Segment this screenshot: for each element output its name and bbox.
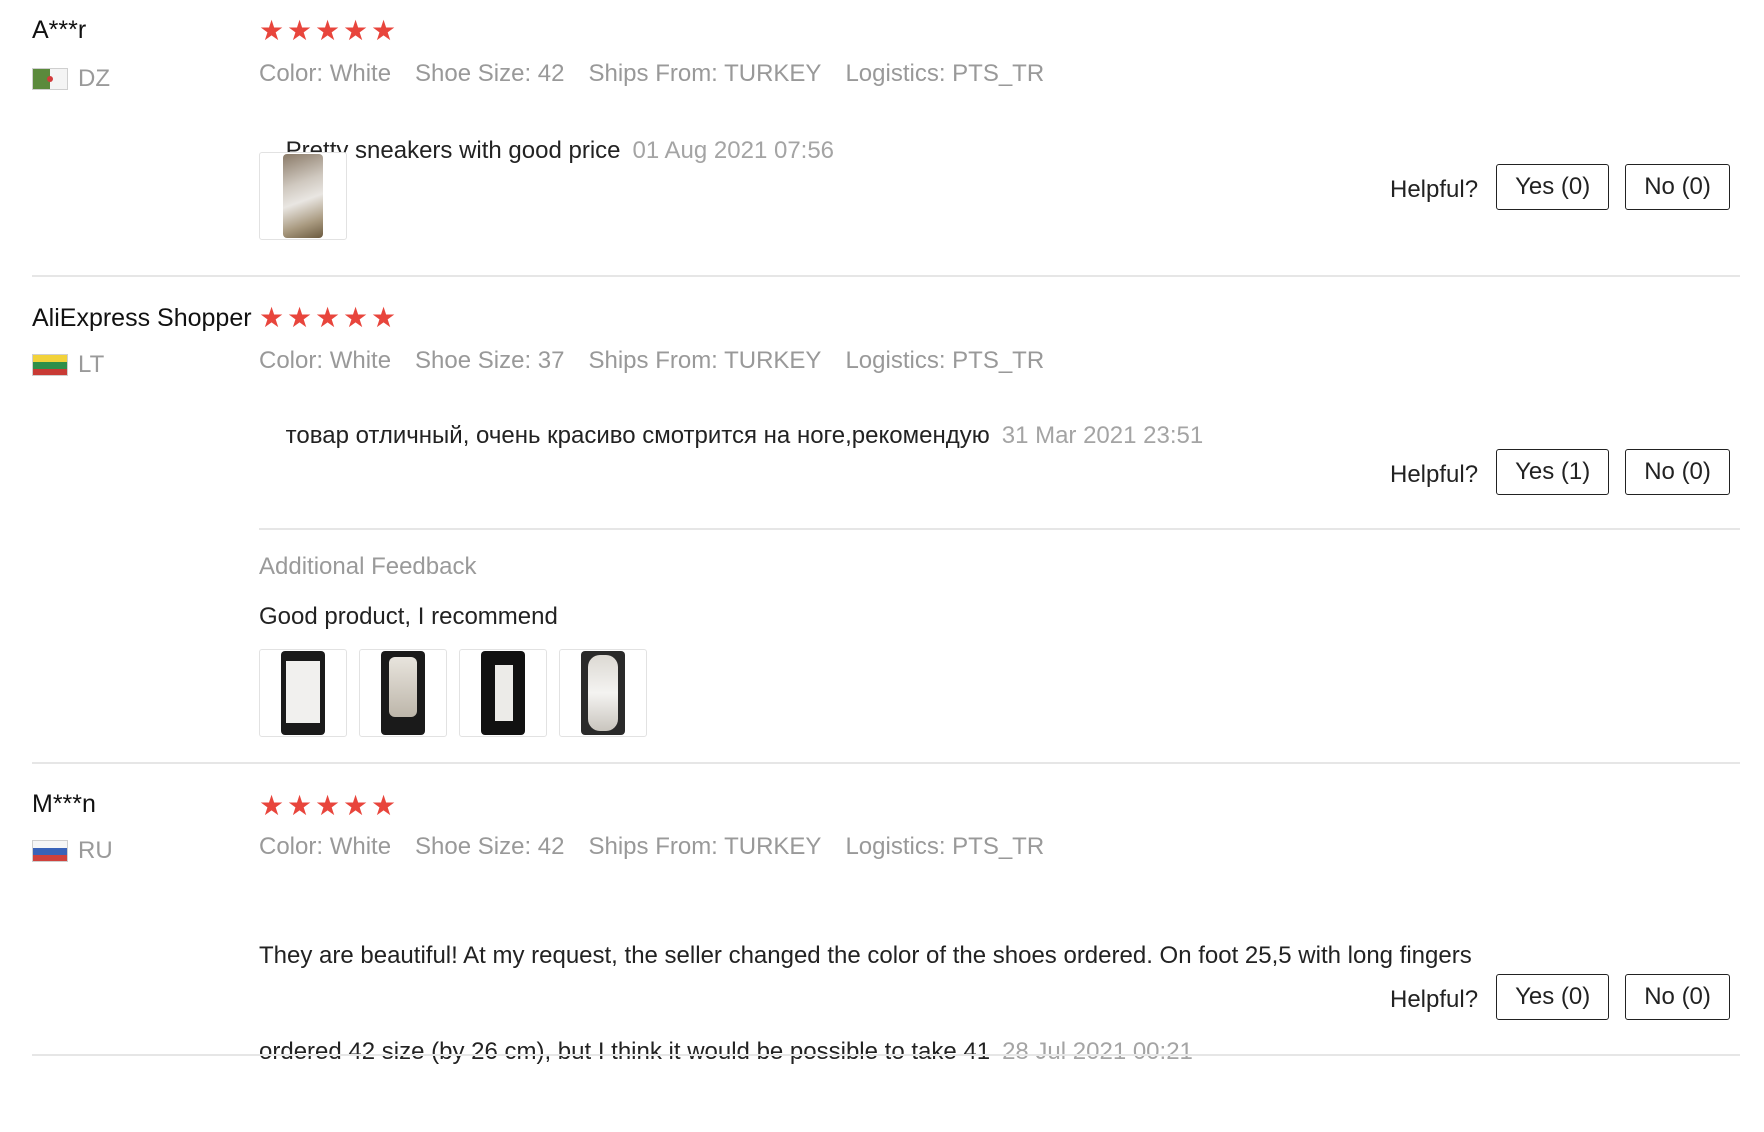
vote-yes-button[interactable]: Yes (0)	[1496, 974, 1610, 1020]
size-info: Shoe Size: 42	[415, 60, 565, 87]
color-info: Color: White	[259, 347, 392, 374]
review-body: ordered 42 size (by 26 cm), but I think …	[259, 1038, 991, 1065]
star-icon: ★	[343, 302, 369, 333]
vote-no-button[interactable]: No (0)	[1625, 449, 1730, 495]
star-rating: ★ ★ ★ ★ ★	[259, 790, 399, 821]
helpful-votes: Helpful? Yes (0) No (0)	[1390, 164, 1746, 210]
helpful-label: Helpful?	[1390, 461, 1479, 488]
photo-image	[581, 651, 625, 735]
star-icon: ★	[287, 302, 313, 333]
review-date: 28 Jul 2021 00:21	[1002, 1038, 1193, 1065]
logistics-info: Logistics: PTS_TR	[845, 833, 1045, 860]
review-text: товар отличный, очень красиво смотрится …	[259, 388, 1204, 484]
reviewer-name: AliExpress Shopper	[32, 304, 252, 332]
review-body-line-2: ordered 42 size (by 26 cm), but I think …	[259, 1036, 1472, 1068]
star-icon: ★	[287, 15, 313, 46]
flag-ru-icon	[32, 840, 68, 862]
ships-from-info: Ships From: TURKEY	[588, 833, 822, 860]
flag-dz-icon	[32, 68, 68, 90]
review-text: They are beautiful! At my request, the s…	[259, 876, 1472, 1132]
ships-from-info: Ships From: TURKEY	[588, 347, 822, 374]
star-icon: ★	[343, 15, 369, 46]
star-rating: ★ ★ ★ ★ ★	[259, 302, 399, 333]
reviewer-name: M***n	[32, 790, 96, 818]
helpful-votes: Helpful? Yes (1) No (0)	[1390, 449, 1746, 495]
review-photos	[259, 152, 359, 240]
size-info: Shoe Size: 42	[415, 833, 565, 860]
star-icon: ★	[315, 790, 341, 821]
review-body-line-1: They are beautiful! At my request, the s…	[259, 942, 1472, 969]
review-photos	[259, 649, 659, 737]
star-icon: ★	[287, 790, 313, 821]
vote-yes-button[interactable]: Yes (0)	[1496, 164, 1610, 210]
reviewer-name: A***r	[32, 16, 87, 44]
helpful-label: Helpful?	[1390, 986, 1479, 1013]
star-icon: ★	[371, 790, 397, 821]
size-info: Shoe Size: 37	[415, 347, 565, 374]
flag-lt-icon	[32, 354, 68, 376]
country-code: RU	[78, 837, 113, 864]
star-icon: ★	[259, 790, 285, 821]
vote-no-button[interactable]: No (0)	[1625, 164, 1730, 210]
reviewer-country: RU	[32, 837, 113, 864]
star-icon: ★	[371, 302, 397, 333]
review-body: товар отличный, очень красиво смотрится …	[285, 422, 990, 449]
review-photo-thumbnail[interactable]	[359, 649, 447, 737]
reviewer-country: DZ	[32, 65, 110, 92]
star-rating: ★ ★ ★ ★ ★	[259, 15, 399, 46]
review-photo-thumbnail[interactable]	[259, 152, 347, 240]
review-divider	[32, 1054, 1740, 1056]
logistics-info: Logistics: PTS_TR	[845, 60, 1045, 87]
review-photo-thumbnail[interactable]	[559, 649, 647, 737]
star-icon: ★	[315, 15, 341, 46]
review-divider	[32, 275, 1740, 277]
country-code: LT	[78, 351, 105, 378]
photo-image	[281, 651, 325, 735]
logistics-info: Logistics: PTS_TR	[845, 347, 1045, 374]
country-code: DZ	[78, 65, 110, 92]
color-info: Color: White	[259, 60, 392, 87]
star-icon: ★	[315, 302, 341, 333]
feedback-divider	[259, 528, 1740, 530]
reviewer-country: LT	[32, 351, 105, 378]
photo-image	[381, 651, 425, 735]
helpful-votes: Helpful? Yes (0) No (0)	[1390, 974, 1746, 1020]
helpful-label: Helpful?	[1390, 176, 1479, 203]
star-icon: ★	[259, 302, 285, 333]
order-info: Color: White Shoe Size: 42 Ships From: T…	[259, 60, 1068, 88]
additional-feedback-text: Good product, I recommend	[259, 603, 558, 630]
order-info: Color: White Shoe Size: 42 Ships From: T…	[259, 833, 1068, 861]
ships-from-info: Ships From: TURKEY	[588, 60, 822, 87]
vote-yes-button[interactable]: Yes (1)	[1496, 449, 1610, 495]
vote-no-button[interactable]: No (0)	[1625, 974, 1730, 1020]
color-info: Color: White	[259, 833, 392, 860]
star-icon: ★	[371, 15, 397, 46]
order-info: Color: White Shoe Size: 37 Ships From: T…	[259, 347, 1068, 375]
star-icon: ★	[343, 790, 369, 821]
photo-image	[481, 651, 525, 735]
review-divider	[32, 762, 1740, 764]
additional-feedback-title: Additional Feedback	[259, 553, 477, 580]
star-icon: ★	[259, 15, 285, 46]
review-date: 01 Aug 2021 07:56	[632, 137, 835, 164]
review-photo-thumbnail[interactable]	[259, 649, 347, 737]
review-date: 31 Mar 2021 23:51	[1001, 422, 1204, 449]
review-photo-thumbnail[interactable]	[459, 649, 547, 737]
photo-image	[283, 154, 323, 238]
